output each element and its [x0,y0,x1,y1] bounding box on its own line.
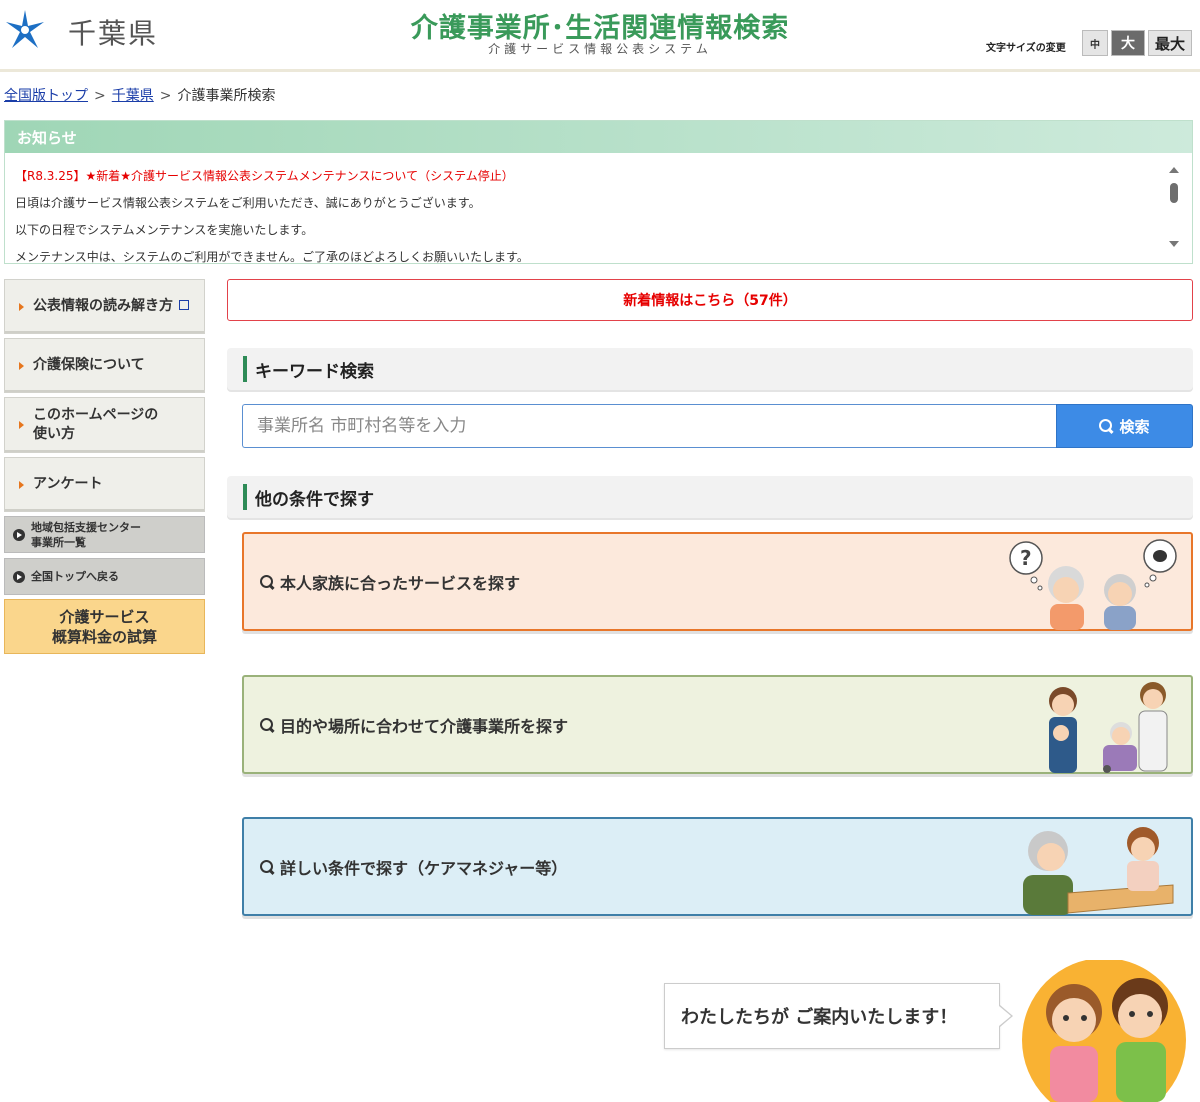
label-line: 介護サービス [59,607,150,626]
sidebar-item-label: 地域包括支援センター 事業所一覧 [31,520,141,550]
card-label: 本人家族に合ったサービスを探す [280,573,521,593]
search-icon [260,717,274,732]
notice-scrollbar[interactable] [1168,167,1180,247]
triangle-right-icon [19,421,24,429]
font-size-large-button[interactable]: 大 [1111,30,1145,56]
sidebar-item-survey[interactable]: アンケート [4,457,205,512]
notice-line: メンテナンス中は、システムのご利用ができません。ご了承のほどよろしくお願いいたし… [15,250,529,263]
notice-panel: お知らせ 【R8.3.25】★新着★介護サービス情報公表システムメンテナンスにつ… [4,120,1193,264]
font-size-label: 文字サイズの変更 [986,43,1066,54]
guide-characters-illustration [1022,960,1186,1102]
notice-body[interactable]: 【R8.3.25】★新着★介護サービス情報公表システムメンテナンスについて（シス… [5,153,1192,263]
sidebar-item-reading-guide[interactable]: 公表情報の読み解き方 [4,279,205,334]
keyword-search-input[interactable] [242,404,1057,448]
font-size-medium-button[interactable]: 中 [1082,30,1108,56]
search-icon [260,859,274,874]
triangle-right-icon [19,480,24,489]
label-line: このホームページの [33,407,159,423]
search-icon [1099,419,1113,433]
search-button[interactable]: 検索 [1056,404,1193,448]
scroll-thumb[interactable] [1170,183,1178,203]
notice-title: 【R8.3.25】★新着★介護サービス情報公表システムメンテナンスについて（シス… [15,169,514,183]
search-button-label: 検索 [1119,417,1150,436]
sidebar-item-label: アンケート [33,476,103,492]
scroll-down-arrow-icon[interactable] [1169,241,1179,247]
scroll-up-arrow-icon[interactable] [1169,167,1179,173]
play-circle-icon [13,570,25,583]
sidebar-item-insurance[interactable]: 介護保険について [4,338,205,393]
breadcrumb: 全国版トップ > 千葉県 > 介護事業所検索 [4,85,275,105]
card-label: 詳しい条件で探す（ケアマネジャー等） [280,858,568,878]
keyword-search-heading: キーワード検索 [227,348,1193,390]
breadcrumb-separator: > [94,88,106,104]
notice-heading: お知らせ [5,121,1192,153]
sidebar-item-how-to-use[interactable]: このホームページの 使い方 [4,397,205,453]
search-detailed-card[interactable]: 詳しい条件で探す（ケアマネジャー等） [242,817,1193,916]
breadcrumb-national-top[interactable]: 全国版トップ [4,88,88,104]
caregivers-illustration [1049,682,1168,773]
sidebar-item-label: このホームページの 使い方 [33,406,158,444]
fee-estimate-button[interactable]: 介護サービス 概算料金の試算 [4,599,205,654]
breadcrumb-current: 介護事業所検索 [177,88,276,104]
breadcrumb-prefecture[interactable]: 千葉県 [112,88,154,104]
search-icon [260,574,274,589]
triangle-right-icon [19,302,24,311]
fee-button-label: 介護サービス 概算料金の試算 [52,607,157,647]
breadcrumb-separator: > [159,88,172,104]
elderly-couple-illustration: ? [1009,539,1177,630]
svg-text:?: ? [1020,546,1032,570]
sidebar-item-label: 介護保険について [33,357,145,373]
triangle-right-icon [19,361,24,370]
search-by-purpose-card[interactable]: 目的や場所に合わせて介護事業所を探す [242,675,1193,774]
sidebar-item-national-top[interactable]: 全国トップへ戻る [4,558,205,595]
play-circle-icon [13,528,25,541]
site-header: 千葉県 介護事業所･生活関連情報検索 介護サービス情報公表システム 文字サイズの… [0,0,1200,72]
other-conditions-heading: 他の条件で探す [227,476,1193,518]
guide-speech-bubble: わたしたちが ご案内いたします！ [664,983,1013,1049]
label-line: 事業所一覧 [31,535,86,549]
search-by-person-card[interactable]: 本人家族に合ったサービスを探す ? [242,532,1193,631]
sidebar-item-regional-centers[interactable]: 地域包括支援センター 事業所一覧 [4,516,205,553]
font-size-max-button[interactable]: 最大 [1148,30,1192,56]
care-manager-illustration [1023,827,1174,915]
label-line: 概算料金の試算 [51,627,157,646]
notice-line: 以下の日程でシステムメンテナンスを実施いたします。 [15,223,314,237]
label-line: 地域包括支援センター [31,520,141,534]
label-line: 使い方 [33,426,75,442]
sidebar-item-label: 公表情報の読み解き方 [33,298,173,314]
external-link-icon [179,299,189,310]
sidebar-item-label: 全国トップへ戻る [31,570,119,583]
notice-line: 日頃は介護サービス情報公表システムをご利用いただき、誠にありがとうございます。 [15,196,481,210]
new-info-link[interactable]: 新着情報はこちら（57件） [227,279,1193,321]
card-label: 目的や場所に合わせて介護事業所を探す [280,716,569,736]
